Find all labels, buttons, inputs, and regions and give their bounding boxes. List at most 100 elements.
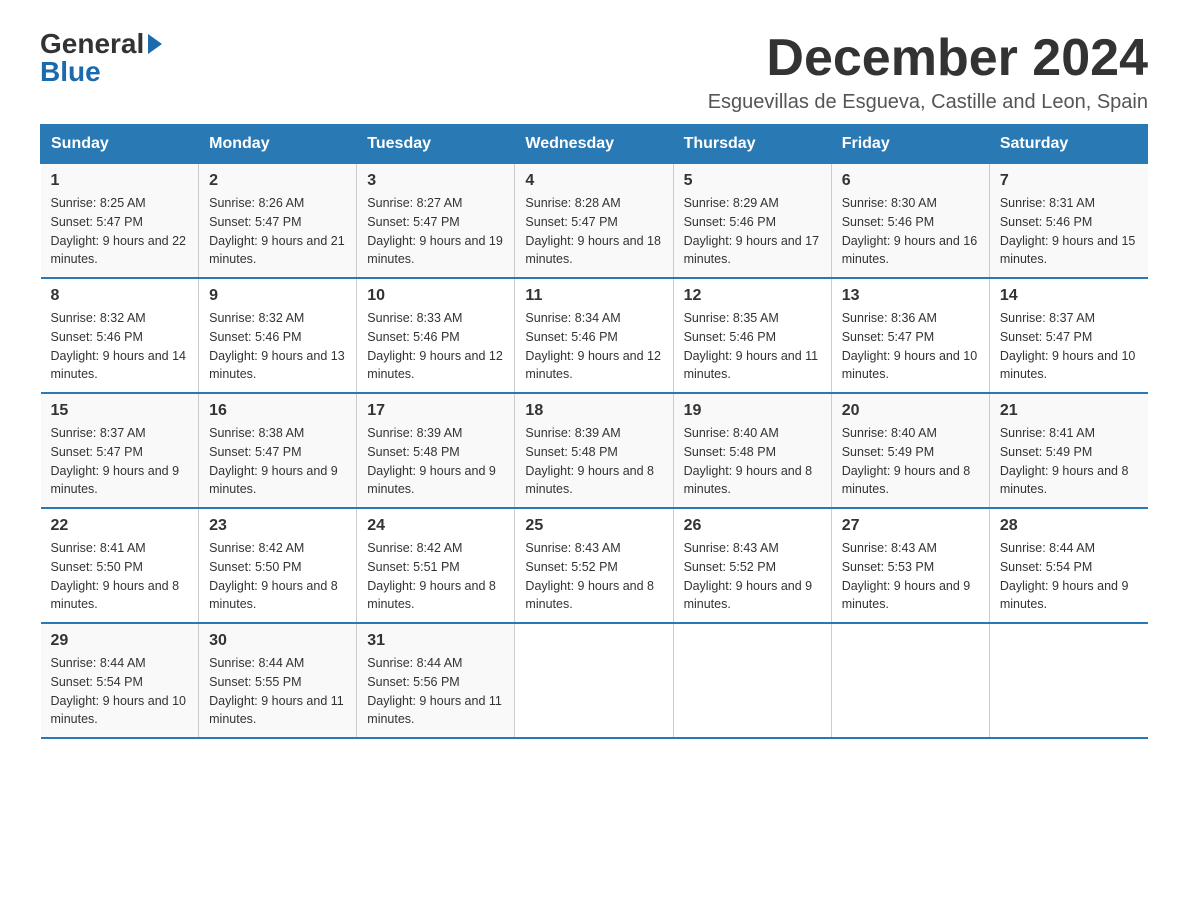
calendar-cell: [515, 623, 673, 738]
day-info: Sunrise: 8:25 AMSunset: 5:47 PMDaylight:…: [51, 194, 189, 269]
calendar-cell: 19Sunrise: 8:40 AMSunset: 5:48 PMDayligh…: [673, 393, 831, 508]
title-section: December 2024 Esguevillas de Esgueva, Ca…: [708, 30, 1148, 114]
day-header-wednesday: Wednesday: [515, 125, 673, 164]
day-number: 12: [684, 287, 821, 305]
day-info: Sunrise: 8:39 AMSunset: 5:48 PMDaylight:…: [525, 424, 662, 499]
calendar-cell: 10Sunrise: 8:33 AMSunset: 5:46 PMDayligh…: [357, 278, 515, 393]
calendar-cell: 28 Sunrise: 8:44 AMSunset: 5:54 PMDayligh…: [989, 508, 1147, 623]
day-number: 2: [209, 172, 346, 190]
calendar-cell: 20 Sunrise: 8:40 AMSunset: 5:49 PMDayligh…: [831, 393, 989, 508]
day-number: 10: [367, 287, 504, 305]
day-header-monday: Monday: [199, 125, 357, 164]
calendar-week-row: 29 Sunrise: 8:44 AMSunset: 5:54 PMDayligh…: [41, 623, 1148, 738]
calendar-cell: 25 Sunrise: 8:43 AMSunset: 5:52 PMDayligh…: [515, 508, 673, 623]
month-title: December 2024: [708, 30, 1148, 87]
day-number: 13: [842, 287, 979, 305]
day-header-saturday: Saturday: [989, 125, 1147, 164]
day-info: Sunrise: 8:43 AMSunset: 5:52 PMDaylight:…: [684, 539, 821, 614]
calendar-cell: 3 Sunrise: 8:27 AMSunset: 5:47 PMDaylight…: [357, 164, 515, 279]
logo: General Blue: [40, 30, 162, 86]
calendar-cell: [831, 623, 989, 738]
day-number: 7: [1000, 172, 1138, 190]
calendar-cell: 24Sunrise: 8:42 AMSunset: 5:51 PMDayligh…: [357, 508, 515, 623]
calendar-cell: 31 Sunrise: 8:44 AMSunset: 5:56 PMDayligh…: [357, 623, 515, 738]
calendar-cell: 8Sunrise: 8:32 AMSunset: 5:46 PMDaylight…: [41, 278, 199, 393]
day-info: Sunrise: 8:30 AMSunset: 5:46 PMDaylight:…: [842, 194, 979, 269]
day-info: Sunrise: 8:40 AMSunset: 5:49 PMDaylight:…: [842, 424, 979, 499]
calendar-cell: 26 Sunrise: 8:43 AMSunset: 5:52 PMDayligh…: [673, 508, 831, 623]
day-number: 6: [842, 172, 979, 190]
day-header-tuesday: Tuesday: [357, 125, 515, 164]
day-number: 23: [209, 517, 346, 535]
day-info: Sunrise: 8:36 AMSunset: 5:47 PMDaylight:…: [842, 309, 979, 384]
day-info: Sunrise: 8:44 AMSunset: 5:54 PMDaylight:…: [1000, 539, 1138, 614]
calendar-cell: 13 Sunrise: 8:36 AMSunset: 5:47 PMDayligh…: [831, 278, 989, 393]
day-info: Sunrise: 8:41 AMSunset: 5:50 PMDaylight:…: [51, 539, 189, 614]
day-info: Sunrise: 8:31 AMSunset: 5:46 PMDaylight:…: [1000, 194, 1138, 269]
logo-triangle-icon: [148, 34, 162, 54]
day-number: 16: [209, 402, 346, 420]
day-number: 18: [525, 402, 662, 420]
calendar-cell: 27 Sunrise: 8:43 AMSunset: 5:53 PMDayligh…: [831, 508, 989, 623]
day-info: Sunrise: 8:35 AMSunset: 5:46 PMDaylight:…: [684, 309, 821, 384]
day-number: 19: [684, 402, 821, 420]
day-number: 26: [684, 517, 821, 535]
day-info: Sunrise: 8:38 AMSunset: 5:47 PMDaylight:…: [209, 424, 346, 499]
calendar-cell: 15 Sunrise: 8:37 AMSunset: 5:47 PMDayligh…: [41, 393, 199, 508]
calendar-cell: 2 Sunrise: 8:26 AMSunset: 5:47 PMDaylight…: [199, 164, 357, 279]
day-number: 20: [842, 402, 979, 420]
day-info: Sunrise: 8:43 AMSunset: 5:52 PMDaylight:…: [525, 539, 662, 614]
day-info: Sunrise: 8:27 AMSunset: 5:47 PMDaylight:…: [367, 194, 504, 269]
calendar-cell: 23Sunrise: 8:42 AMSunset: 5:50 PMDayligh…: [199, 508, 357, 623]
day-info: Sunrise: 8:44 AMSunset: 5:56 PMDaylight:…: [367, 654, 504, 729]
day-info: Sunrise: 8:37 AMSunset: 5:47 PMDaylight:…: [51, 424, 189, 499]
calendar-cell: 6 Sunrise: 8:30 AMSunset: 5:46 PMDaylight…: [831, 164, 989, 279]
calendar-table: SundayMondayTuesdayWednesdayThursdayFrid…: [40, 124, 1148, 739]
day-number: 25: [525, 517, 662, 535]
day-info: Sunrise: 8:43 AMSunset: 5:53 PMDaylight:…: [842, 539, 979, 614]
calendar-cell: 9Sunrise: 8:32 AMSunset: 5:46 PMDaylight…: [199, 278, 357, 393]
calendar-cell: 29 Sunrise: 8:44 AMSunset: 5:54 PMDayligh…: [41, 623, 199, 738]
day-info: Sunrise: 8:34 AMSunset: 5:46 PMDaylight:…: [525, 309, 662, 384]
calendar-cell: [989, 623, 1147, 738]
day-number: 11: [525, 287, 662, 305]
day-info: Sunrise: 8:26 AMSunset: 5:47 PMDaylight:…: [209, 194, 346, 269]
logo-blue-text: Blue: [40, 58, 101, 86]
calendar-cell: 4 Sunrise: 8:28 AMSunset: 5:47 PMDaylight…: [515, 164, 673, 279]
calendar-cell: 30 Sunrise: 8:44 AMSunset: 5:55 PMDayligh…: [199, 623, 357, 738]
day-number: 27: [842, 517, 979, 535]
day-number: 15: [51, 402, 189, 420]
logo-general-text: General: [40, 30, 144, 58]
calendar-cell: [673, 623, 831, 738]
day-info: Sunrise: 8:44 AMSunset: 5:54 PMDaylight:…: [51, 654, 189, 729]
day-number: 4: [525, 172, 662, 190]
day-header-sunday: Sunday: [41, 125, 199, 164]
day-number: 21: [1000, 402, 1138, 420]
day-info: Sunrise: 8:29 AMSunset: 5:46 PMDaylight:…: [684, 194, 821, 269]
day-number: 31: [367, 632, 504, 650]
calendar-cell: 18 Sunrise: 8:39 AMSunset: 5:48 PMDayligh…: [515, 393, 673, 508]
calendar-cell: 22Sunrise: 8:41 AMSunset: 5:50 PMDayligh…: [41, 508, 199, 623]
day-number: 3: [367, 172, 504, 190]
day-number: 30: [209, 632, 346, 650]
calendar-header-row: SundayMondayTuesdayWednesdayThursdayFrid…: [41, 125, 1148, 164]
calendar-cell: 1 Sunrise: 8:25 AMSunset: 5:47 PMDaylight…: [41, 164, 199, 279]
page-header: General Blue December 2024 Esguevillas d…: [40, 30, 1148, 114]
calendar-cell: 12 Sunrise: 8:35 AMSunset: 5:46 PMDayligh…: [673, 278, 831, 393]
day-info: Sunrise: 8:37 AMSunset: 5:47 PMDaylight:…: [1000, 309, 1138, 384]
day-number: 29: [51, 632, 189, 650]
day-header-friday: Friday: [831, 125, 989, 164]
calendar-cell: 11 Sunrise: 8:34 AMSunset: 5:46 PMDayligh…: [515, 278, 673, 393]
day-info: Sunrise: 8:32 AMSunset: 5:46 PMDaylight:…: [209, 309, 346, 384]
day-number: 1: [51, 172, 189, 190]
calendar-week-row: 1 Sunrise: 8:25 AMSunset: 5:47 PMDaylight…: [41, 164, 1148, 279]
calendar-cell: 14Sunrise: 8:37 AMSunset: 5:47 PMDayligh…: [989, 278, 1147, 393]
day-info: Sunrise: 8:44 AMSunset: 5:55 PMDaylight:…: [209, 654, 346, 729]
calendar-week-row: 8Sunrise: 8:32 AMSunset: 5:46 PMDaylight…: [41, 278, 1148, 393]
day-number: 17: [367, 402, 504, 420]
day-info: Sunrise: 8:28 AMSunset: 5:47 PMDaylight:…: [525, 194, 662, 269]
location-subtitle: Esguevillas de Esgueva, Castille and Leo…: [708, 91, 1148, 114]
day-number: 28: [1000, 517, 1138, 535]
day-info: Sunrise: 8:41 AMSunset: 5:49 PMDaylight:…: [1000, 424, 1138, 499]
calendar-cell: 16 Sunrise: 8:38 AMSunset: 5:47 PMDayligh…: [199, 393, 357, 508]
